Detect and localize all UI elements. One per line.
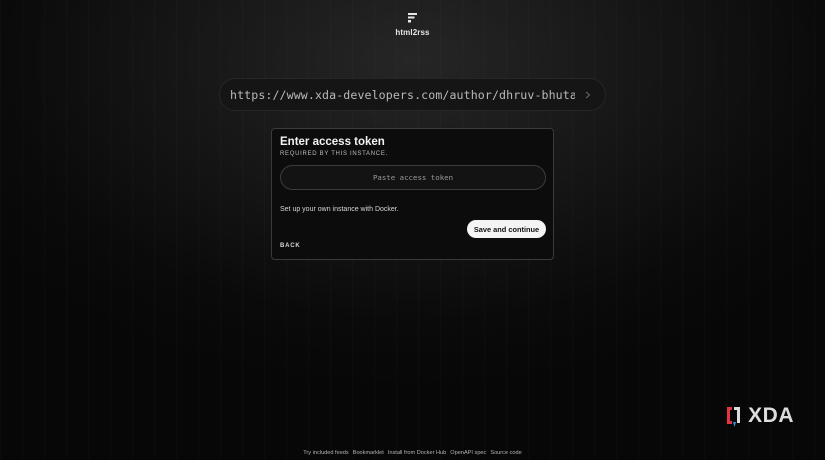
chevron-right-icon	[585, 91, 591, 98]
footer-link-docker-hub[interactable]: Install from Docker Hub	[388, 450, 446, 456]
footer-links: Try included feeds Bookmarklet Install f…	[0, 450, 825, 456]
footer-link-try-included-feeds[interactable]: Try included feeds	[303, 450, 349, 456]
back-button[interactable]: Back	[280, 243, 301, 249]
brand-header: html2rss	[0, 11, 825, 37]
access-token-input[interactable]	[280, 165, 546, 190]
save-and-continue-button[interactable]: Save and continue	[467, 220, 546, 238]
feed-url-input[interactable]	[230, 87, 575, 102]
rss-lines-icon	[407, 13, 417, 23]
feed-url-bar	[219, 78, 606, 111]
footer-link-source-code[interactable]: Source code	[490, 450, 521, 456]
xda-watermark: XDA	[725, 404, 794, 428]
url-submit-button[interactable]	[575, 82, 601, 108]
brand-name: html2rss	[395, 28, 430, 37]
footer-link-bookmarklet[interactable]: Bookmarklet	[353, 450, 384, 456]
dialog-subtitle: Required by this instance.	[280, 151, 388, 157]
xda-wordmark: XDA	[748, 404, 794, 427]
app-page: html2rss Enter access token Required by …	[0, 0, 825, 460]
docker-setup-link[interactable]: Set up your own instance with Docker.	[280, 206, 399, 213]
footer-link-openapi-spec[interactable]: OpenAPI spec	[450, 450, 486, 456]
xda-logo-icon	[727, 407, 741, 427]
access-token-dialog: Enter access token Required by this inst…	[271, 128, 554, 260]
dialog-title: Enter access token	[280, 136, 385, 148]
